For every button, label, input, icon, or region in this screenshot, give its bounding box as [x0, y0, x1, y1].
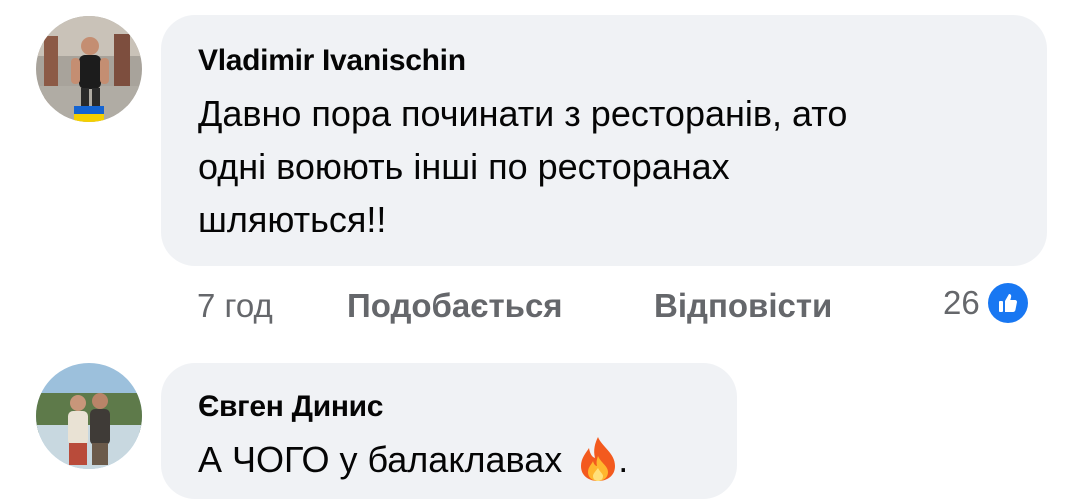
comment-bubble: Vladimir Ivanischin Давно пора починати … [161, 15, 1047, 266]
like-icon [987, 283, 1028, 323]
fire-icon [578, 436, 618, 496]
comment-bubble: Євген Динис А ЧОГО у балаклавах . [161, 363, 737, 499]
comment-author[interactable]: Vladimir Ivanischin [198, 44, 466, 78]
comment-text: Давно пора починати з ресторанів, ато од… [198, 87, 847, 246]
comment-text-trailing: . [618, 439, 629, 480]
comment-text-line: А ЧОГО у балаклавах [198, 439, 563, 480]
comment-author[interactable]: Євген Динис [198, 390, 383, 424]
avatar[interactable] [36, 16, 142, 122]
comment-text-line: одні воюють інші по ресторанах [198, 146, 730, 187]
reaction-count: 26 [943, 284, 980, 321]
comment-text: А ЧОГО у балаклавах . [198, 433, 628, 496]
comment-text-line: шляються!! [198, 199, 387, 240]
comment-time[interactable]: 7 год [197, 287, 273, 325]
avatar[interactable] [36, 363, 142, 469]
like-button[interactable]: Подобається [347, 287, 563, 325]
comment-text-line: Давно пора починати з ресторанів, ато [198, 93, 848, 134]
reaction-summary[interactable]: 26 [943, 283, 1028, 323]
reply-button[interactable]: Відповісти [654, 287, 832, 325]
